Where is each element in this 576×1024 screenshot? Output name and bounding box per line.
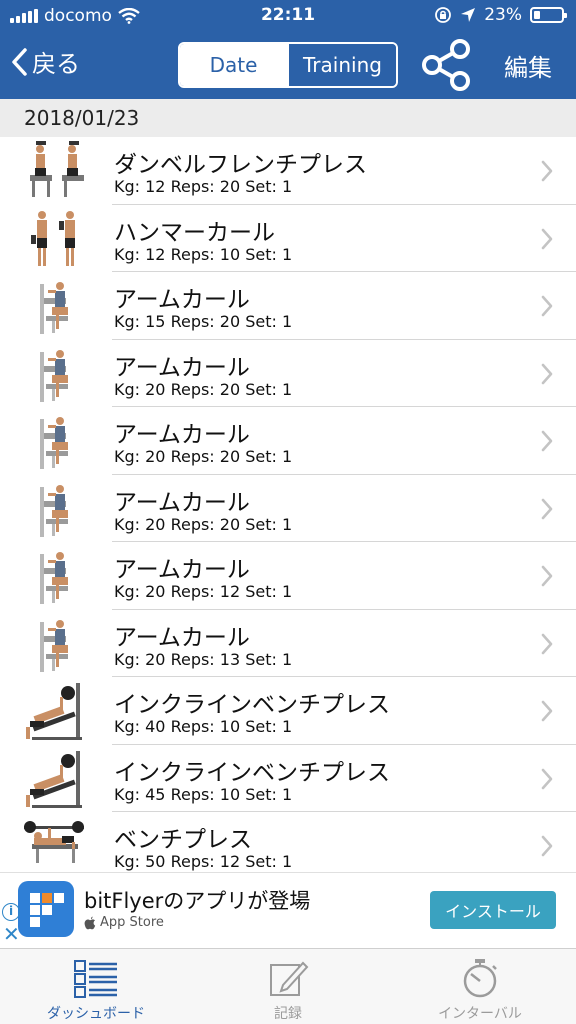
workout-row[interactable]: アームカール Kg: 20 Reps: 20 Set: 1 [0, 339, 576, 407]
tab-record[interactable]: 記録 [192, 949, 384, 1024]
exercise-figure-icon [40, 417, 68, 469]
app-screen: docomo 22:11 23% 戻る Date Training 編集 201… [0, 0, 576, 1024]
exercise-figure-icon [40, 282, 68, 334]
tab-dashboard-label: ダッシュボード [47, 1006, 145, 1022]
workout-row[interactable]: アームカール Kg: 15 Reps: 20 Set: 1 [0, 272, 576, 340]
status-bar: docomo 22:11 23% [0, 0, 576, 32]
chevron-right-icon [541, 768, 553, 789]
exercise-details: Kg: 50 Reps: 12 Set: 1 [114, 852, 293, 871]
exercise-name: インクラインベンチプレス [114, 759, 390, 786]
stopwatch-icon [463, 959, 497, 998]
exercise-details: Kg: 15 Reps: 20 Set: 1 [114, 312, 293, 331]
exercise-details: Kg: 20 Reps: 20 Set: 1 [114, 447, 293, 466]
exercise-name: ベンチプレス [114, 827, 252, 853]
exercise-details: Kg: 20 Reps: 13 Set: 1 [114, 649, 293, 669]
exercise-name: アームカール [114, 354, 250, 381]
exercise-figure-icon [24, 821, 84, 863]
battery-percent: 23% [484, 5, 522, 25]
status-right: 23% [434, 5, 567, 25]
tab-interval[interactable]: インターバル [384, 949, 576, 1024]
dashboard-icon [74, 960, 117, 998]
workout-row[interactable]: インクラインベンチプレス Kg: 40 Reps: 10 Set: 1 [0, 677, 576, 745]
edit-note-icon [270, 961, 309, 996]
exercise-name: アームカール [114, 422, 250, 448]
exercise-details: Kg: 20 Reps: 20 Set: 1 [114, 379, 293, 399]
exercise-figure-icon [40, 349, 68, 402]
ad-install-button[interactable]: インストール [430, 891, 556, 929]
exercise-name: アームカール [114, 624, 250, 651]
workout-row[interactable]: ベンチプレス Kg: 50 Reps: 12 Set: 1 [0, 812, 576, 872]
location-icon [461, 8, 476, 22]
exercise-figure-icon [40, 619, 68, 672]
orientation-lock-icon [435, 7, 452, 23]
exercise-details: Kg: 12 Reps: 10 Set: 1 [114, 244, 293, 264]
exercise-details: Kg: 12 Reps: 20 Set: 1 [114, 177, 293, 196]
apple-icon [84, 916, 96, 929]
chevron-right-icon [541, 430, 553, 452]
workout-row[interactable]: アームカール Kg: 20 Reps: 20 Set: 1 [0, 474, 576, 542]
segment-date[interactable]: Date [180, 44, 287, 86]
workout-list: ダンベルフレンチプレス Kg: 12 Reps: 20 Set: 1 ハンマーカール… [0, 137, 576, 872]
workout-row[interactable]: ダンベルフレンチプレス Kg: 12 Reps: 20 Set: 1 [0, 137, 576, 205]
exercise-details: Kg: 20 Reps: 12 Set: 1 [114, 582, 293, 601]
workout-row[interactable]: アームカール Kg: 20 Reps: 12 Set: 1 [0, 542, 576, 610]
back-label: 戻る [32, 50, 80, 78]
workout-row[interactable]: ハンマーカール Kg: 12 Reps: 10 Set: 1 [0, 204, 576, 272]
exercise-name: ハンマーカール [114, 219, 275, 246]
exercise-name: アームカール [114, 489, 250, 516]
date-section-header: 2018/01/23 [0, 99, 576, 137]
view-segmented-control: Date Training [178, 42, 398, 88]
exercise-details: Kg: 20 Reps: 20 Set: 1 [114, 514, 293, 534]
chevron-right-icon [541, 228, 553, 249]
tab-record-label: 記録 [274, 1006, 302, 1022]
exercise-figure-icon [26, 750, 82, 808]
exercise-figure-icon [30, 141, 84, 197]
exercise-figure-icon [40, 552, 68, 604]
chevron-right-icon [541, 363, 553, 384]
workout-row[interactable]: アームカール Kg: 20 Reps: 13 Set: 1 [0, 609, 576, 677]
exercise-details: Kg: 45 Reps: 10 Set: 1 [114, 784, 293, 804]
segment-training[interactable]: Training [287, 44, 396, 86]
exercise-figure-icon [31, 210, 75, 266]
exercise-name: アームカール [114, 287, 250, 313]
ad-close-icon[interactable]: ✕ [3, 924, 20, 944]
chevron-right-icon [541, 633, 553, 654]
share-icon[interactable] [420, 38, 474, 92]
chevron-right-icon [541, 498, 553, 519]
ad-store-label: App Store [84, 915, 164, 930]
exercise-name: ダンベルフレンチプレス [114, 152, 367, 178]
chevron-left-icon [12, 47, 27, 76]
bitflyer-logo-icon [30, 893, 64, 927]
exercise-name: インクラインベンチプレス [114, 692, 390, 718]
ad-store-text: App Store [100, 915, 164, 930]
back-button[interactable]: 戻る [10, 44, 80, 79]
exercise-name: アームカール [114, 557, 250, 583]
exercise-details: Kg: 40 Reps: 10 Set: 1 [114, 717, 293, 736]
navigation-header: docomo 22:11 23% 戻る Date Training 編集 [0, 0, 576, 99]
chevron-right-icon [541, 565, 553, 587]
chevron-right-icon [541, 160, 553, 182]
tab-bar: ダッシュボード 記録 インターバル [0, 948, 576, 1024]
exercise-figure-icon [26, 683, 82, 740]
edit-button[interactable]: 編集 [504, 48, 552, 83]
ad-app-name: bitFlyerのアプリが登場 [84, 889, 311, 913]
exercise-figure-icon [40, 484, 68, 537]
workout-row[interactable]: インクラインベンチプレス Kg: 45 Reps: 10 Set: 1 [0, 744, 576, 812]
chevron-right-icon [541, 295, 553, 317]
tab-dashboard[interactable]: ダッシュボード [0, 949, 192, 1024]
tab-interval-label: インターバル [438, 1006, 522, 1022]
ad-app-icon[interactable] [18, 881, 74, 937]
chevron-right-icon [541, 835, 553, 857]
battery-icon [530, 7, 567, 23]
ad-info-icon[interactable]: i [2, 903, 20, 921]
ad-banner[interactable]: i ✕ bitFlyerのアプリが登場 App Store インストール [0, 872, 576, 948]
workout-row[interactable]: アームカール Kg: 20 Reps: 20 Set: 1 [0, 407, 576, 475]
chevron-right-icon [541, 700, 553, 722]
